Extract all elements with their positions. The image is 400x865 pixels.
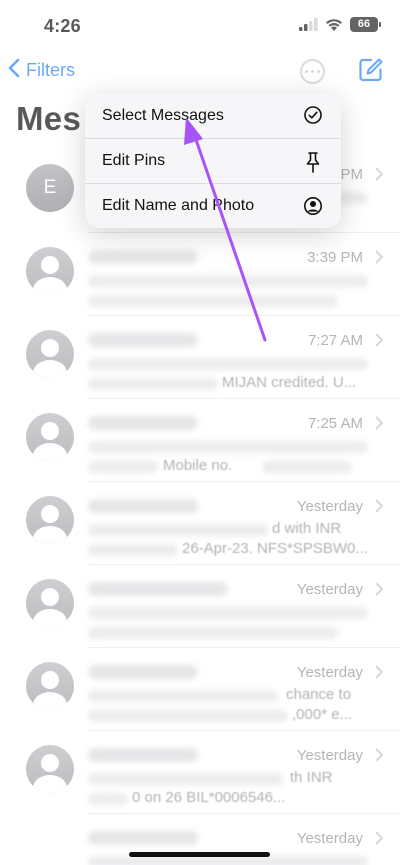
menu-item-label: Select Messages [102, 106, 224, 124]
menu-item-edit-pins[interactable]: Edit Pins [85, 138, 341, 183]
pin-icon [303, 151, 323, 178]
menu-item-label: Edit Pins [102, 152, 166, 169]
menu-item-select-messages[interactable]: Select Messages [85, 93, 341, 138]
checkmark-circle-icon [303, 105, 323, 130]
menu-item-edit-name-and-photo[interactable]: Edit Name and Photo [85, 183, 341, 228]
context-menu: Select Messages Edit Pins Edit Name and … [85, 93, 341, 228]
home-indicator [129, 852, 270, 857]
menu-item-label: Edit Name and Photo [102, 197, 255, 214]
person-circle-icon [303, 196, 323, 221]
